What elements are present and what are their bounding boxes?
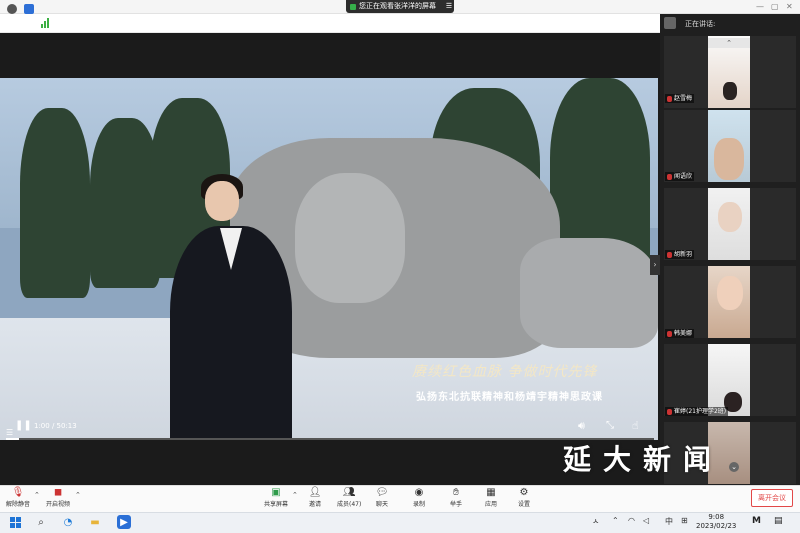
participant-face [723, 82, 737, 100]
scroll-up-icon[interactable]: ⌃ [708, 38, 750, 48]
file-explorer-icon[interactable]: ▬ [88, 515, 102, 529]
watermark: 延大新闻 [563, 443, 724, 476]
meeting-info-bar [0, 14, 660, 33]
mic-off-icon: 🎙︎ [11, 487, 25, 498]
share-screen-icon: ▣ [271, 487, 281, 498]
scroll-down-icon[interactable]: ⌄ [729, 462, 739, 472]
settings-icon: ⚙︎ [519, 487, 529, 498]
participant-name-tag: 胡新羽 [665, 250, 695, 259]
mic-muted-icon [667, 330, 672, 337]
participant-face [717, 276, 743, 310]
avatar [664, 17, 676, 29]
chat-icon: 💬︎ [375, 487, 389, 498]
system-clock[interactable]: 9:08 2023/02/23 [696, 513, 736, 531]
leave-meeting-button[interactable]: 离开会议 [751, 489, 793, 507]
chevron-up-icon[interactable]: ⌃ [34, 491, 40, 499]
close-icon[interactable]: ✕ [786, 2, 793, 11]
video-progress-fill [6, 438, 19, 440]
chevron-up-icon[interactable]: ⌃ [292, 491, 298, 499]
record-icon: ◉ [414, 487, 424, 498]
apps-icon: ▦ [486, 487, 496, 498]
pause-icon[interactable]: ❚❚ [15, 420, 32, 431]
participant-name-tag: 崔婷(21护理学2班) [665, 407, 729, 416]
clock-date: 2023/02/23 [696, 522, 737, 530]
video-sculpture-face [295, 173, 405, 303]
meeting-app-icon[interactable]: ▶ [117, 515, 131, 529]
chevron-up-icon[interactable]: ⌃ [75, 491, 81, 499]
meeting-toolbar [0, 485, 800, 512]
keyboard-icon[interactable]: ⊞ [681, 516, 688, 525]
mic-muted-icon [667, 173, 672, 180]
signal-icon[interactable] [41, 18, 51, 28]
mic-muted-icon [667, 251, 672, 258]
windows-start-icon[interactable] [8, 515, 22, 529]
maximize-icon[interactable]: ▢ [771, 2, 779, 11]
mic-muted-icon [667, 408, 672, 415]
screen-share-banner[interactable]: 您正在观看张洋洋的屏幕 ☰ [346, 0, 454, 13]
input-method-indicator[interactable]: 中 [665, 516, 673, 527]
share-screen-button[interactable]: ▣ 共享屏幕 [264, 487, 288, 508]
info-icon[interactable] [7, 4, 17, 14]
speaker-icon[interactable]: ◁ [643, 516, 649, 525]
members-button[interactable]: 👥︎ 成员(47) [337, 487, 361, 508]
network-icon[interactable]: ◠ [628, 516, 635, 525]
start-video-button[interactable]: ◼ 开启视频 [46, 487, 70, 508]
notification-icon[interactable]: ▤ [774, 516, 783, 526]
playlist-icon[interactable]: ☰ [6, 428, 13, 437]
video-presenter-face [205, 181, 239, 221]
members-icon: 👥︎ [342, 487, 356, 498]
settings-button[interactable]: ⚙︎ 设置 [518, 487, 530, 508]
unmute-button[interactable]: 🎙︎ 解除静音 [6, 487, 30, 508]
clock-time: 9:08 [708, 513, 725, 521]
speaking-label: 正在讲话: [685, 20, 716, 28]
fullscreen-exit-icon[interactable]: ⤡ [606, 420, 614, 431]
participant-name-tag: 赵雪梅 [665, 94, 695, 103]
video-caption-title: 赓续红色血脉 争做时代先锋 [412, 364, 598, 380]
record-button[interactable]: ◉ 录制 [413, 487, 425, 508]
apps-button[interactable]: ▦ 应用 [485, 487, 497, 508]
invite-button[interactable]: 👤︎ 邀请 [308, 487, 322, 508]
video-time: 1:00 / 50:13 [34, 422, 77, 430]
chat-button[interactable]: 💬︎ 聊天 [375, 487, 389, 508]
share-banner-text: 您正在观看张洋洋的屏幕 [359, 2, 436, 10]
share-status-icon [350, 3, 356, 10]
pointer-hand-icon: ☝ [632, 419, 639, 432]
video-rock [520, 238, 658, 348]
video-caption-subtitle: 弘扬东北抗联精神和杨靖宇精神思政课 [416, 392, 603, 403]
invite-icon: 👤︎ [308, 487, 322, 498]
participant-name-tag: 闻语欣 [665, 172, 695, 181]
raise-hand-button[interactable]: ✋︎ 举手 [450, 487, 462, 508]
hand-icon: ✋︎ [453, 487, 459, 498]
minimize-icon[interactable]: — [756, 2, 764, 11]
mic-muted-icon [667, 95, 672, 102]
participant-face [714, 138, 744, 180]
volume-icon[interactable]: 🔊︎ [578, 419, 585, 433]
chevron-up-icon[interactable]: ⌃ [612, 516, 619, 525]
search-icon[interactable]: ⌕ [34, 515, 48, 529]
sidebar-toggle-icon[interactable]: › [650, 255, 660, 275]
video-off-icon: ◼ [53, 487, 63, 498]
security-shield-icon[interactable] [24, 4, 34, 14]
video-tree [20, 108, 90, 298]
menu-icon[interactable]: ☰ [444, 0, 454, 13]
participant-name-tag: 韩美娜 [665, 329, 695, 338]
edge-browser-icon[interactable]: ◔ [61, 515, 75, 529]
participant-face [718, 202, 742, 232]
app-tray-icon[interactable]: M [752, 516, 761, 526]
pinyin-icon[interactable]: ㅅ [592, 516, 599, 527]
video-progress-track[interactable] [6, 438, 654, 440]
video-player[interactable]: 赓续红色血脉 争做时代先锋 弘扬东北抗联精神和杨靖宇精神思政课 [0, 78, 658, 440]
